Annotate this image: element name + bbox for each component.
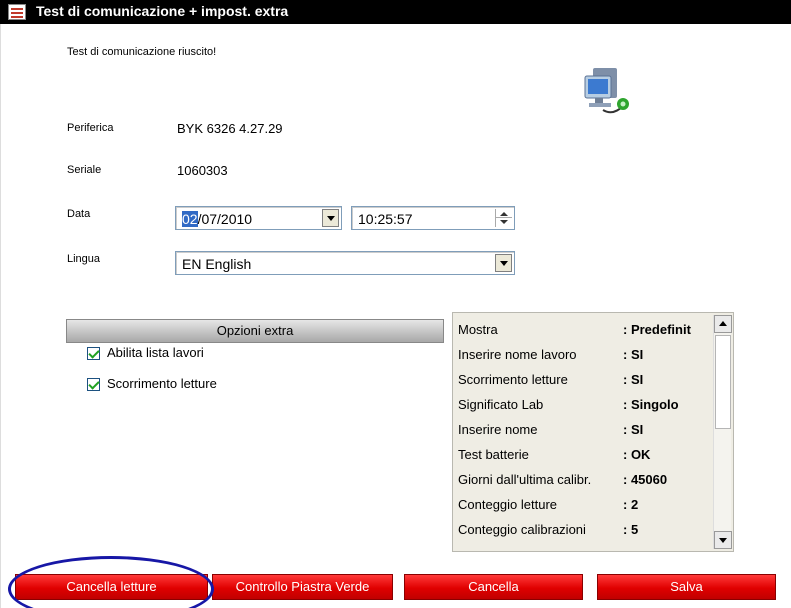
list-item-value: : OK <box>623 447 651 462</box>
app-icon <box>8 4 26 20</box>
list-item: Giorni dall'ultima calibr. : 45060 <box>458 468 708 490</box>
list-item: Inserire nome : SI <box>458 418 708 440</box>
list-item: Conteggio calibrazioni : 5 <box>458 518 708 540</box>
list-item-value: : 5 <box>623 522 639 537</box>
scrollbar-thumb[interactable] <box>715 335 731 429</box>
list-item-value: : Singolo <box>623 397 679 412</box>
vertical-scrollbar[interactable] <box>713 315 732 549</box>
language-dropdown-button[interactable] <box>495 254 512 272</box>
window-title: Test di comunicazione + impost. extra <box>36 3 289 19</box>
highlight-ellipse <box>8 556 214 608</box>
device-value: BYK 6326 4.27.29 <box>177 121 283 136</box>
time-spin-buttons[interactable] <box>495 209 512 227</box>
list-item-value: : SI <box>623 422 644 437</box>
list-item-key: Conteggio letture <box>458 497 558 512</box>
list-item-key: Mostra <box>458 322 498 337</box>
serial-label: Seriale <box>67 164 102 176</box>
language-label: Lingua <box>67 253 101 265</box>
list-item-key: Test batterie <box>458 447 529 462</box>
language-select[interactable]: EN English <box>175 251 515 275</box>
status-message: Test di comunicazione riuscito! <box>67 46 217 58</box>
list-item: Conteggio letture : 2 <box>458 493 708 515</box>
dialog-body: Test di comunicazione riuscito! Periferi… <box>0 24 791 608</box>
list-item: Scorrimento letture : SI <box>458 368 708 390</box>
serial-value: 1060303 <box>177 163 228 178</box>
checkbox-checked-icon[interactable] <box>87 347 100 360</box>
language-selected: EN English <box>182 256 252 272</box>
list-item-key: Inserire nome <box>458 422 538 437</box>
list-item: Test batterie : OK <box>458 443 708 465</box>
title-bar: Test di comunicazione + impost. extra <box>0 0 791 24</box>
save-button[interactable]: Salva <box>597 574 776 600</box>
list-item: Mostra : Predefinit <box>458 318 708 340</box>
scroll-up-icon[interactable] <box>714 315 732 333</box>
checkbox-label: Scorrimento letture <box>107 376 217 391</box>
scroll-down-icon[interactable] <box>714 531 732 549</box>
date-picker[interactable]: 02/07/2010 <box>175 206 342 230</box>
info-list-panel[interactable]: Mostra : Predefinit Inserire nome lavoro:… <box>452 312 734 552</box>
green-plate-check-button[interactable]: Controllo Piastra Verde <box>212 574 393 600</box>
list-item-value: : SI <box>623 347 644 362</box>
device-label: Periferica <box>67 122 114 134</box>
spin-down-icon[interactable] <box>496 218 512 227</box>
extra-options-header: Opzioni extra <box>66 319 444 343</box>
date-label: Data <box>67 208 91 220</box>
list-item-key: Significato Lab <box>458 397 544 412</box>
list-item-key: Inserire nome lavoro <box>458 347 577 362</box>
list-item-key: Scorrimento letture <box>458 372 568 387</box>
list-item-value: : Predefinit <box>623 322 691 337</box>
cancel-button[interactable]: Cancella <box>404 574 583 600</box>
checkbox-checked-icon[interactable] <box>87 378 100 391</box>
list-item-value: : 45060 <box>623 472 668 487</box>
checkbox-label: Abilita lista lavori <box>107 345 204 360</box>
list-item-key: Giorni dall'ultima calibr. <box>458 472 592 487</box>
time-spinner[interactable]: 10:25:57 <box>351 206 515 230</box>
list-item: Inserire nome lavoro : SI <box>458 343 708 365</box>
list-item: Significato Lab : Singolo <box>458 393 708 415</box>
time-value: 10:25:57 <box>358 211 413 227</box>
list-item-value: : SI <box>623 372 644 387</box>
spin-up-icon[interactable] <box>496 209 512 218</box>
date-rest: /07/2010 <box>197 211 253 227</box>
date-picker-text: 02/07/2010 <box>182 211 252 227</box>
date-dropdown-button[interactable] <box>322 209 339 227</box>
date-day-selected: 02 <box>182 211 198 227</box>
list-item-key: Conteggio calibrazioni <box>458 522 586 537</box>
list-item-value: : 2 <box>623 497 639 512</box>
computer-network-icon <box>584 68 629 114</box>
